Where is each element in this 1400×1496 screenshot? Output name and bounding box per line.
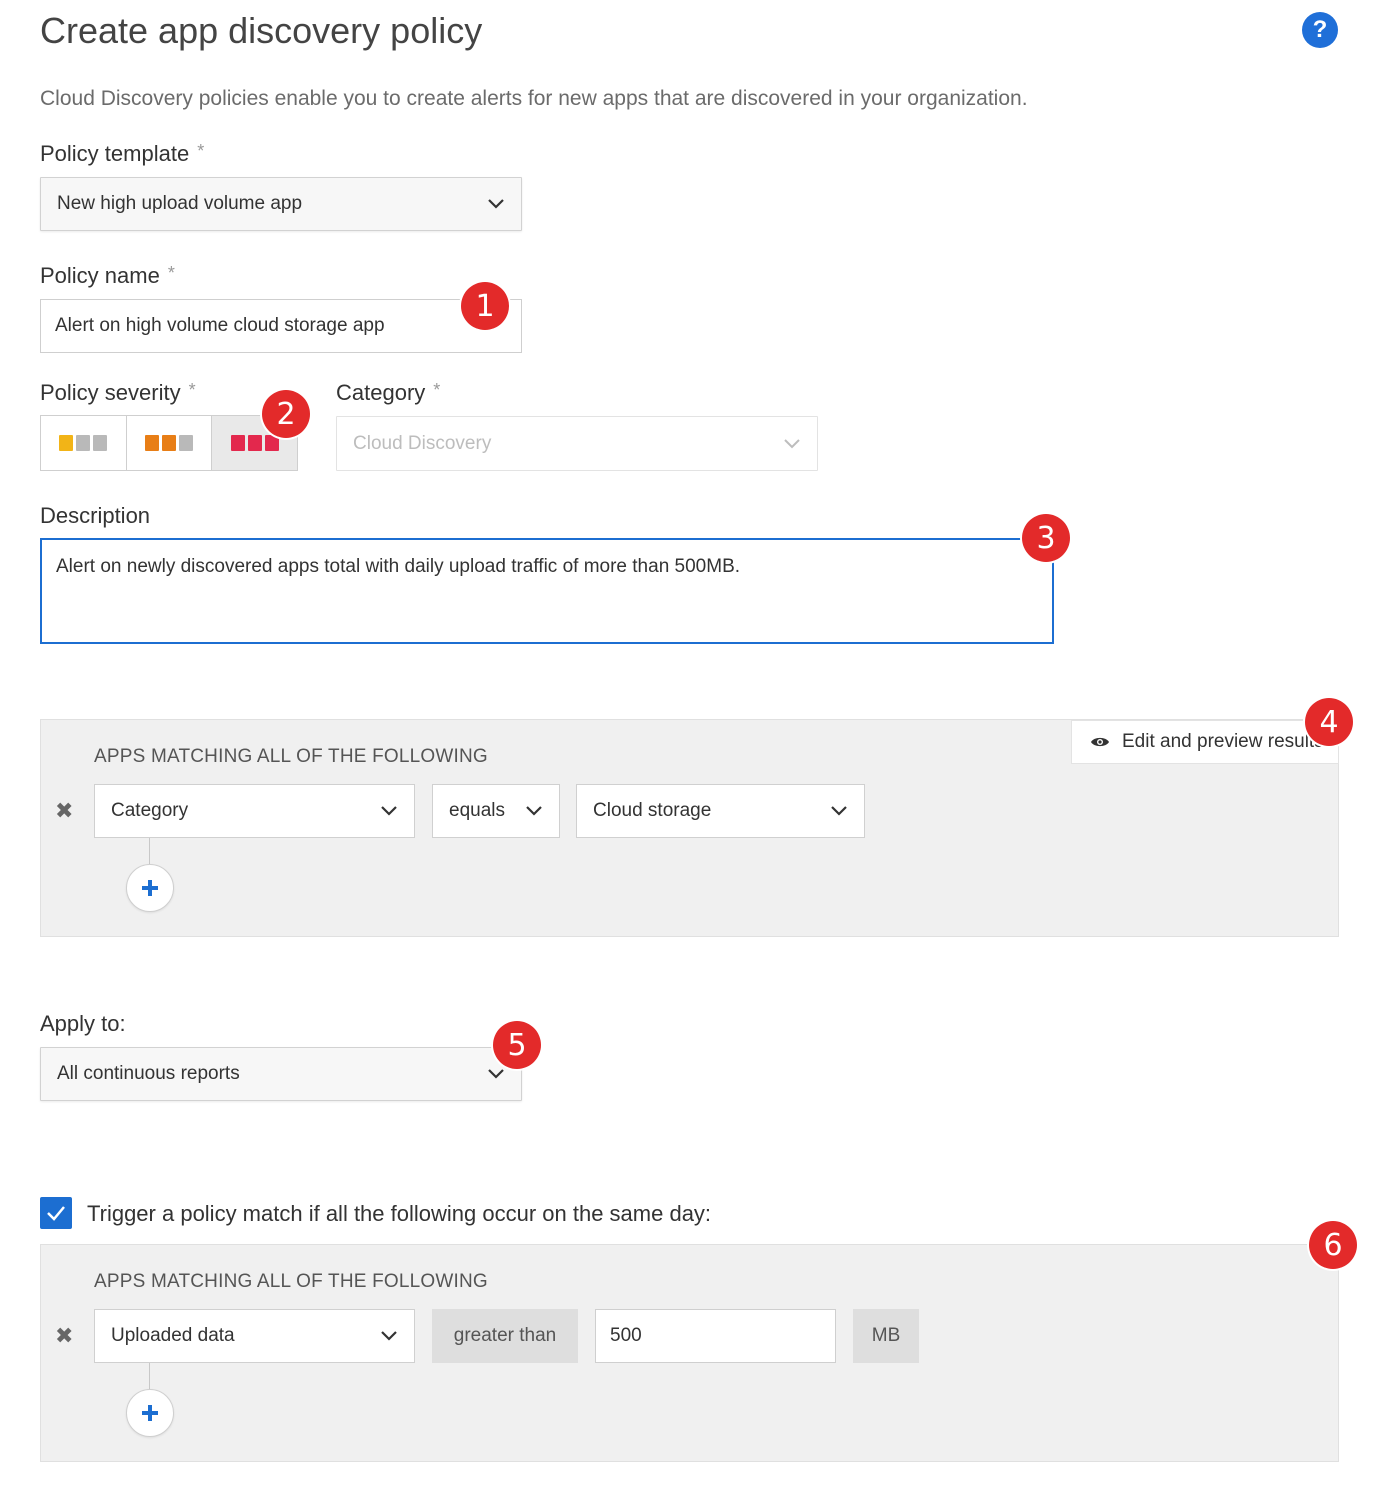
policy-name-value: Alert on high volume cloud storage app <box>55 315 385 336</box>
trigger-operator: greater than <box>432 1309 578 1363</box>
chevron-down-icon <box>525 802 543 820</box>
policy-template-value: New high upload volume app <box>57 193 303 214</box>
category-label: Category * <box>336 380 441 405</box>
check-icon <box>47 1206 65 1221</box>
severity-bar-icon <box>264 435 279 451</box>
trigger-field-value: Uploaded data <box>111 1325 235 1346</box>
edit-preview-results-label: Edit and preview results <box>1122 731 1324 752</box>
category-select[interactable]: Cloud Discovery <box>336 416 818 471</box>
trigger-value: 500 <box>610 1325 642 1346</box>
rule-value-select[interactable]: Cloud storage <box>576 784 865 838</box>
rule-connector-line <box>149 838 150 864</box>
apply-to-value: All continuous reports <box>57 1063 240 1084</box>
chevron-down-icon <box>487 1065 505 1083</box>
trigger-panel-title: APPS MATCHING ALL OF THE FOLLOWING <box>94 1271 488 1292</box>
category-value: Cloud Discovery <box>353 432 492 454</box>
intro-text: Cloud Discovery policies enable you to c… <box>40 87 1028 110</box>
severity-medium-button[interactable] <box>126 416 213 470</box>
annotation-badge-5: 5 <box>493 1021 541 1069</box>
chevron-down-icon <box>830 802 848 820</box>
rule-field-value: Category <box>111 800 189 821</box>
rule-operator-value: equals <box>449 800 505 821</box>
remove-rule-icon[interactable]: ✖ <box>55 798 73 824</box>
chevron-down-icon <box>783 435 801 453</box>
rule-value-value: Cloud storage <box>593 800 712 821</box>
policy-name-input[interactable]: Alert on high volume cloud storage app <box>40 299 522 353</box>
remove-rule-icon[interactable]: ✖ <box>55 1323 73 1349</box>
edit-preview-results-button[interactable]: Edit and preview results <box>1071 720 1339 764</box>
help-icon[interactable]: ? <box>1302 12 1338 48</box>
severity-bar-icon <box>93 435 108 451</box>
filter-panel-title: APPS MATCHING ALL OF THE FOLLOWING <box>94 746 488 767</box>
trigger-field-select[interactable]: Uploaded data <box>94 1309 415 1363</box>
policy-name-label: Policy name * <box>40 263 175 288</box>
annotation-badge-4: 4 <box>1305 698 1353 746</box>
annotation-badge-1: 1 <box>461 282 509 330</box>
policy-template-select[interactable]: New high upload volume app <box>40 177 522 231</box>
severity-bar-icon <box>59 435 74 451</box>
add-rule-button[interactable] <box>126 1389 174 1437</box>
chevron-down-icon <box>380 1327 398 1345</box>
annotation-badge-2: 2 <box>262 390 310 438</box>
trigger-checkbox[interactable] <box>40 1197 72 1229</box>
severity-bar-icon <box>179 435 193 451</box>
rule-field-select[interactable]: Category <box>94 784 415 838</box>
severity-bar-icon <box>162 435 176 451</box>
description-textarea[interactable]: Alert on newly discovered apps total wit… <box>40 538 1054 644</box>
trigger-filter-panel: APPS MATCHING ALL OF THE FOLLOWING ✖ Upl… <box>40 1244 1339 1462</box>
rule-connector-line <box>149 1363 150 1389</box>
page-title: Create app discovery policy <box>40 10 483 51</box>
chevron-down-icon <box>380 802 398 820</box>
rule-operator-select[interactable]: equals <box>432 784 560 838</box>
annotation-badge-3: 3 <box>1022 514 1070 562</box>
severity-low-button[interactable] <box>41 416 127 470</box>
severity-bar-icon <box>230 435 245 451</box>
severity-bar-icon <box>76 435 91 451</box>
apply-to-label: Apply to: <box>40 1011 126 1036</box>
trigger-value-input[interactable]: 500 <box>595 1309 836 1363</box>
policy-severity-selector <box>40 415 298 471</box>
annotation-badge-6: 6 <box>1309 1221 1357 1269</box>
severity-bar-icon <box>145 435 159 451</box>
severity-bar-icon <box>247 435 262 451</box>
description-value: Alert on newly discovered apps total wit… <box>56 556 741 577</box>
trigger-label: Trigger a policy match if all the follow… <box>87 1201 712 1226</box>
description-label: Description <box>40 503 151 528</box>
chevron-down-icon <box>487 195 505 213</box>
policy-template-label: Policy template * <box>40 141 205 166</box>
plus-icon <box>142 880 158 896</box>
policy-severity-label: Policy severity * <box>40 380 196 405</box>
plus-icon <box>142 1405 158 1421</box>
eye-icon <box>1091 737 1109 747</box>
trigger-unit: MB <box>853 1309 919 1363</box>
add-rule-button[interactable] <box>126 864 174 912</box>
apply-to-select[interactable]: All continuous reports <box>40 1047 522 1101</box>
